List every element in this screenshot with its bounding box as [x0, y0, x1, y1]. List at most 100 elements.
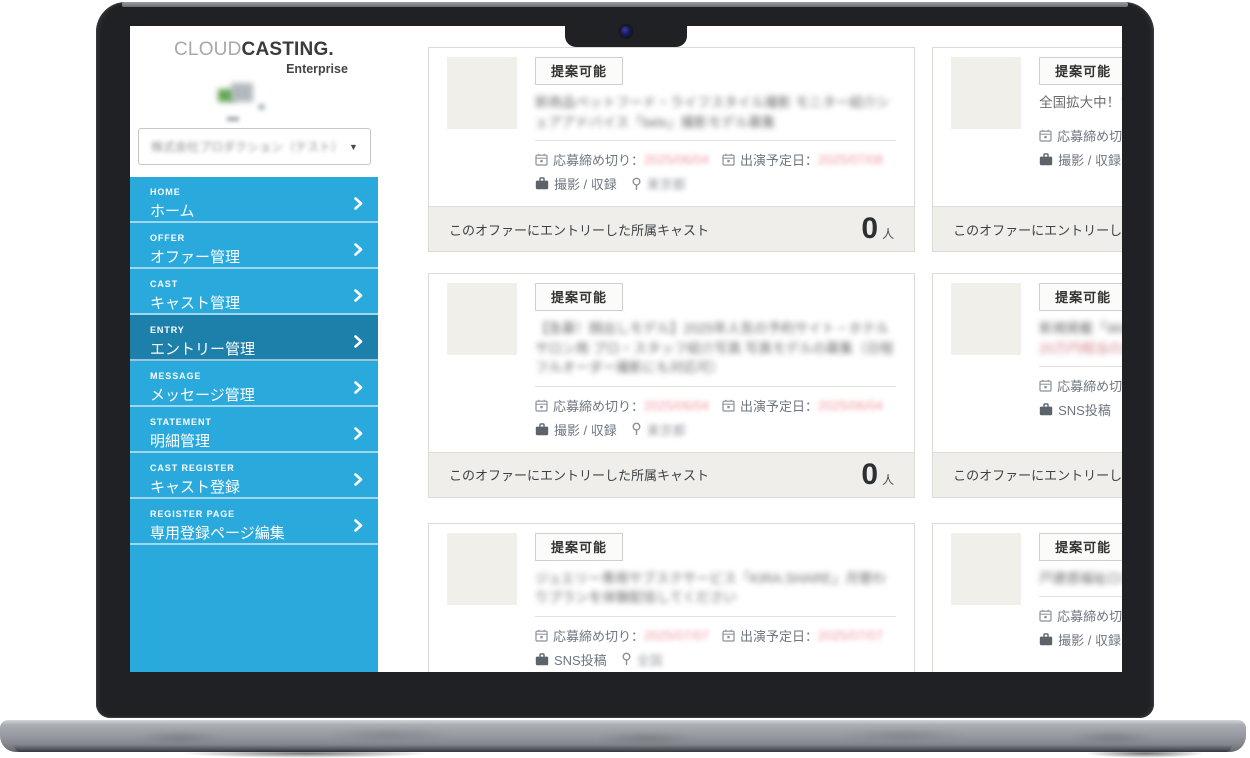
- offer-type-row: 撮影 / 収録 東京都: [535, 174, 896, 193]
- sidebar-item-home[interactable]: HOME ホーム: [130, 177, 378, 223]
- menu-item-en-label: MESSAGE: [150, 371, 202, 381]
- offer-card[interactable]: 提案可能 新規掲載「Wision」を利用 Limlayerを使った 20万円相当…: [932, 273, 1122, 498]
- app-screen: CLOUDCASTING. Enterprise 株式会社プロダクション（テスト…: [130, 26, 1122, 672]
- menu-item-ja-label: キャスト管理: [150, 295, 241, 312]
- menu-item-en-label: HOME: [150, 187, 181, 197]
- sidebar-item-cast-register[interactable]: CAST REGISTER キャスト登録: [130, 453, 378, 499]
- sidebar-item-statement[interactable]: STATEMENT 明細管理: [130, 407, 378, 453]
- offer-card-body: 提案可能 ジュエリー専用サブスクサービス「KIRA.SHARE」月替わりプランを…: [429, 524, 914, 672]
- chevron-right-icon: [354, 243, 363, 261]
- entered-cast-count: 0 人: [861, 459, 894, 490]
- offer-card-footer: このオファーにエントリーした所属キャスト 0 人: [428, 451, 915, 497]
- chevron-right-icon: [354, 197, 363, 215]
- sidebar-item-message[interactable]: MESSAGE メッセージ管理: [130, 361, 378, 407]
- offer-card-footer: このオファーにエントリーした所属キャスト 0 人: [428, 206, 915, 252]
- briefcase-icon: [535, 653, 549, 666]
- deadline-label: 応募締め切り：: [552, 628, 644, 644]
- sidebar-item-cast[interactable]: CAST キャスト管理: [130, 269, 378, 315]
- cast-count-unit: 人: [882, 227, 895, 242]
- calendar-icon: [1039, 379, 1052, 392]
- offer-card-content: 提案可能 新商品ペットフード・ライフスタイル撮影 モニター紹介シェアアドバイス「…: [534, 57, 897, 193]
- camera-notch: [565, 26, 687, 47]
- offer-card[interactable]: 提案可能 【急募！顔出しモデル】2025年人気の予約サイト・ホテルサロン用 プロ…: [427, 273, 916, 498]
- cloudcasting-logo: CLOUDCASTING.: [130, 39, 378, 61]
- offer-type-row: SNS投稿 全国: [1039, 400, 1122, 419]
- location-label: 東京都: [646, 422, 686, 438]
- deadline-label: 応募締め切り：: [1057, 128, 1122, 144]
- menu-item-en-label: REGISTER PAGE: [150, 509, 236, 519]
- chevron-right-icon: [354, 473, 363, 491]
- offer-thumbnail: [951, 532, 1022, 605]
- menu-item-ja-label: オファー管理: [150, 249, 241, 266]
- deadline-label: 応募締め切り：: [1057, 609, 1122, 625]
- offer-card[interactable]: 提案可能 新商品ペットフード・ライフスタイル撮影 モニター紹介シェアアドバイス「…: [427, 47, 916, 253]
- offer-card-body: 提案可能 全国拡大中！いびき治療クリニックのイ 応募締め切り： 2025/07/…: [933, 48, 1122, 206]
- offer-card[interactable]: 提案可能 ジュエリー専用サブスクサービス「KIRA.SHARE」月替わりプランを…: [427, 522, 916, 672]
- offer-thumbnail: [446, 57, 517, 129]
- dropdown-caret-icon: ▼: [349, 141, 358, 152]
- proposal-status-badge: 提案可能: [1039, 57, 1122, 85]
- offer-cards-row: 提案可能 ジュエリー専用サブスクサービス「KIRA.SHARE」月替わりプランを…: [427, 522, 1122, 672]
- calendar-icon: [1039, 129, 1052, 142]
- deadline-label: 応募締め切り：: [1057, 379, 1122, 395]
- offer-title: 新商品ペットフード・ライフスタイル撮影 モニター紹介シェアアドバイス「belx」…: [534, 95, 890, 130]
- menu-item-ja-label: キャスト登録: [150, 479, 241, 496]
- offer-title: 【急募！顔出しモデル】2025年人気の予約サイト・ホテルサロン用 プロ・スタッフ…: [534, 321, 894, 376]
- offer-title: ジュエリー専用サブスクサービス「KIRA.SHARE」月替わりプランを体験配信し…: [534, 570, 886, 606]
- sidebar-menu-filler: [130, 545, 378, 672]
- deadline-date: 2025/06/04: [643, 397, 710, 413]
- menu-item-en-label: ENTRY: [150, 325, 185, 335]
- sidebar-item-offer[interactable]: OFFER オファー管理: [130, 223, 378, 269]
- offer-card-content: 提案可能 【急募！顔出しモデル】2025年人気の予約サイト・ホテルサロン用 プロ…: [534, 283, 897, 439]
- offer-thumbnail: [951, 57, 1022, 129]
- laptop-lid-bezel: CLOUDCASTING. Enterprise 株式会社プロダクション（テスト…: [96, 2, 1154, 718]
- offer-card[interactable]: 提案可能 全国拡大中！いびき治療クリニックのイ 応募締め切り： 2025/07/…: [932, 47, 1122, 253]
- deadline-label: 応募締め切り：: [552, 153, 644, 169]
- offer-type-row: 撮影 / 収録 神奈川: [1039, 630, 1122, 649]
- proposal-status-badge: 提案可能: [1039, 532, 1122, 561]
- offer-card-body: 提案可能 戸建感福祉ロボット・ホーム事務局 応募締め切り： 2025/05/26…: [933, 524, 1122, 672]
- offer-title-line2: 20万円相当の美容医療レッスン割引券で整形体験: [1039, 340, 1122, 356]
- offer-type-row: 撮影 / 収録 東京都: [535, 420, 896, 439]
- menu-item-en-label: OFFER: [150, 233, 185, 243]
- media-type-label: 撮影 / 収録: [553, 177, 617, 193]
- logo-light-text: CLOUD: [174, 39, 242, 60]
- offer-card-content: 提案可能 新規掲載「Wision」を利用 Limlayerを使った 20万円相当…: [1039, 283, 1122, 439]
- menu-item-en-label: CAST: [150, 279, 179, 289]
- sidebar-item-register-page[interactable]: REGISTER PAGE 専用登録ページ編集: [130, 499, 378, 545]
- organization-select[interactable]: 株式会社プロダクション（テスト） ▼: [138, 128, 371, 165]
- menu-item-en-label: STATEMENT: [150, 417, 212, 427]
- chevron-right-icon: [354, 289, 363, 307]
- offer-thumbnail: [446, 532, 517, 605]
- chevron-right-icon: [354, 519, 363, 537]
- offer-card[interactable]: 提案可能 戸建感福祉ロボット・ホーム事務局 応募締め切り： 2025/05/26…: [932, 522, 1122, 672]
- calendar-icon: [535, 153, 548, 166]
- offer-cards-row: 提案可能 【急募！顔出しモデル】2025年人気の予約サイト・ホテルサロン用 プロ…: [427, 273, 1122, 498]
- location-pin-icon: [621, 652, 632, 666]
- offer-title: 戸建感福祉ロボット・ホーム事務局: [1039, 570, 1122, 586]
- offer-card-body: 提案可能 新規掲載「Wision」を利用 Limlayerを使った 20万円相当…: [933, 274, 1122, 452]
- proposal-status-badge: 提案可能: [534, 532, 623, 561]
- performance-date: 2025/07/07: [818, 627, 884, 643]
- title-divider: [534, 140, 897, 142]
- deadline-label: 応募締め切り：: [552, 398, 644, 414]
- offer-thumbnail: [951, 283, 1022, 356]
- offer-card-content: 提案可能 ジュエリー専用サブスクサービス「KIRA.SHARE」月替わりプランを…: [534, 532, 897, 669]
- menu-item-ja-label: 専用登録ページ編集: [150, 525, 285, 542]
- offer-card-content: 提案可能 戸建感福祉ロボット・ホーム事務局 応募締め切り： 2025/05/26…: [1039, 532, 1122, 669]
- entry-management-main: 提案可能 新商品ペットフード・ライフスタイル撮影 モニター紹介シェアアドバイス「…: [378, 26, 1122, 672]
- webcam-icon: [620, 26, 632, 37]
- media-type-label: SNS投稿: [1058, 403, 1111, 419]
- performance-date-label: 出演予定日：: [740, 628, 819, 644]
- sidebar-item-entry[interactable]: ENTRY エントリー管理: [130, 315, 378, 361]
- company-logo-image: [130, 80, 378, 122]
- offer-type-row: SNS投稿 全国: [535, 650, 896, 669]
- logo-bold-text: CASTING.: [241, 39, 334, 60]
- offer-card-body: 提案可能 【急募！顔出しモデル】2025年人気の予約サイト・ホテルサロン用 プロ…: [429, 274, 914, 452]
- logo-blob-dash: [227, 117, 239, 121]
- offer-title: 全国拡大中！いびき治療クリニックのイ: [1039, 95, 1122, 110]
- calendar-icon: [722, 399, 735, 412]
- offer-dates-row: 応募締め切り： 2025/05/26 出演予定日： 2025/06/01: [1039, 376, 1122, 395]
- calendar-icon: [1039, 609, 1052, 622]
- performance-date: 2025/06/04: [818, 397, 884, 413]
